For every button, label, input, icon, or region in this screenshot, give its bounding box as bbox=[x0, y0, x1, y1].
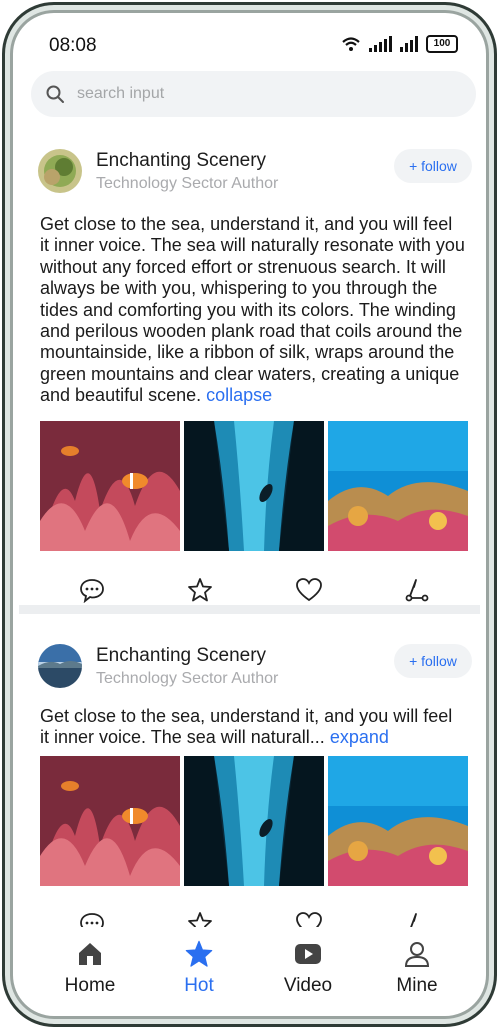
coral-reef-image[interactable] bbox=[328, 756, 468, 886]
author-name[interactable]: Enchanting Scenery bbox=[96, 150, 266, 172]
search-input[interactable] bbox=[75, 84, 439, 104]
clownfish-anemone-image[interactable] bbox=[40, 421, 180, 551]
tab-label: Video bbox=[283, 975, 333, 996]
search-bar[interactable] bbox=[31, 71, 476, 117]
tab-home[interactable]: Home bbox=[50, 937, 130, 997]
author-role: Technology Sector Author bbox=[96, 670, 279, 687]
avatar[interactable] bbox=[38, 149, 82, 193]
share-icon[interactable] bbox=[402, 575, 432, 605]
tab-label: Mine bbox=[396, 975, 438, 996]
person-icon bbox=[404, 942, 430, 967]
tab-label: Home bbox=[64, 975, 116, 996]
tab-video[interactable]: Video bbox=[268, 937, 348, 997]
status-icons: 100 bbox=[341, 35, 458, 53]
post-body: Get close to the sea, understand it, and… bbox=[40, 706, 453, 748]
avatar[interactable] bbox=[38, 644, 82, 688]
tab-label: Hot bbox=[184, 975, 214, 996]
image-row bbox=[40, 756, 468, 886]
post-body: Get close to the sea, understand it, and… bbox=[40, 214, 465, 406]
image-row bbox=[40, 421, 468, 551]
post-divider bbox=[19, 605, 480, 614]
collapse-link[interactable]: collapse bbox=[206, 385, 272, 405]
tab-hot[interactable]: Hot bbox=[159, 937, 239, 997]
signal-icon bbox=[369, 36, 392, 52]
home-icon bbox=[79, 943, 101, 965]
follow-button[interactable]: + follow bbox=[394, 149, 472, 183]
underwater-cave-diver-image[interactable] bbox=[184, 421, 324, 551]
status-bar: 08:08 100 bbox=[19, 19, 480, 69]
screen: 08:08 100 search input Enchanting Scener… bbox=[19, 19, 480, 1010]
author-role: Technology Sector Author bbox=[96, 175, 279, 192]
video-icon bbox=[295, 944, 321, 964]
star-icon bbox=[185, 940, 213, 967]
heart-icon[interactable] bbox=[294, 575, 324, 605]
wifi-icon bbox=[342, 37, 360, 51]
post-text: Get close to the sea, understand it, and… bbox=[40, 214, 466, 407]
expand-link[interactable]: expand bbox=[330, 727, 389, 747]
action-bar bbox=[19, 571, 480, 607]
comment-icon[interactable] bbox=[77, 575, 107, 605]
status-time: 08:08 bbox=[49, 35, 97, 56]
follow-button[interactable]: + follow bbox=[394, 644, 472, 678]
phone-frame: 08:08 100 search input Enchanting Scener… bbox=[2, 2, 497, 1027]
clownfish-anemone-image[interactable] bbox=[40, 756, 180, 886]
underwater-cave-diver-image[interactable] bbox=[184, 756, 324, 886]
post-text: Get close to the sea, understand it, and… bbox=[40, 706, 466, 749]
tab-mine[interactable]: Mine bbox=[377, 937, 457, 997]
star-icon[interactable] bbox=[185, 575, 215, 605]
author-name[interactable]: Enchanting Scenery bbox=[96, 645, 266, 667]
search-icon bbox=[46, 85, 64, 103]
tab-bar: Home Hot Video Mine bbox=[19, 927, 480, 1010]
coral-reef-image[interactable] bbox=[328, 421, 468, 551]
battery-icon: 100 bbox=[426, 35, 458, 53]
signal-icon bbox=[400, 36, 418, 52]
